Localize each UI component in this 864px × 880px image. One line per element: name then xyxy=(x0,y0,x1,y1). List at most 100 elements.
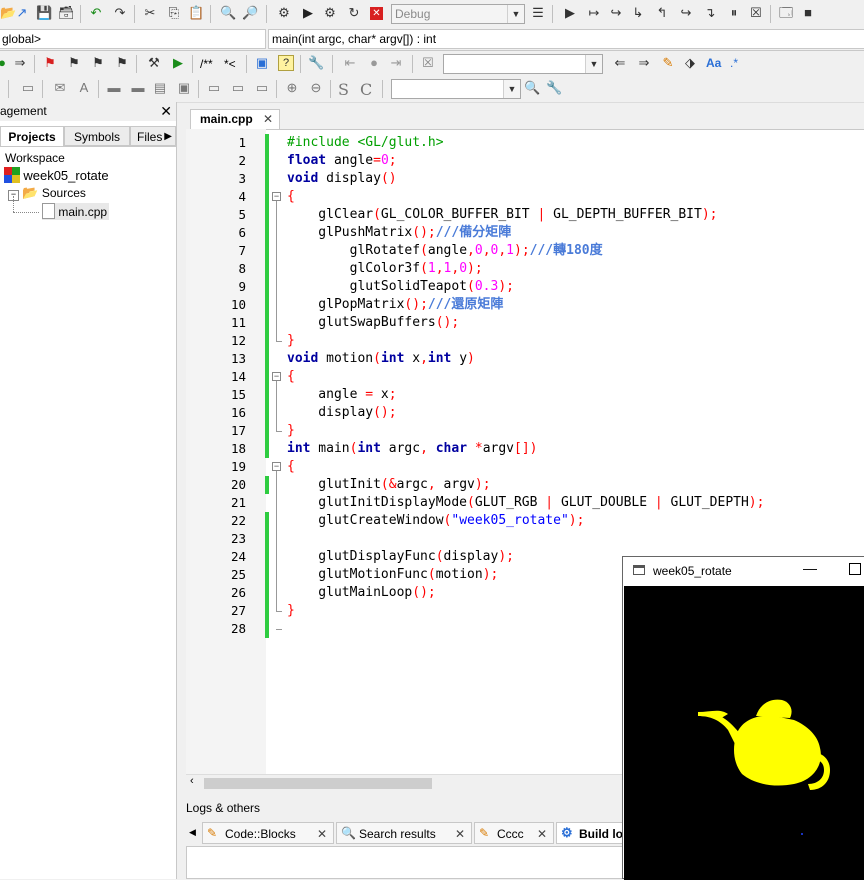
close-icon[interactable]: ✕ xyxy=(160,102,172,121)
build-run-icon[interactable]: ⚙ xyxy=(322,5,338,21)
code-line[interactable]: glutCreateWindow("week05_rotate"); xyxy=(287,512,584,530)
code-line[interactable]: float angle=0; xyxy=(287,152,397,170)
code-line[interactable]: { xyxy=(287,368,295,386)
fold-toggle-icon[interactable]: − xyxy=(272,462,281,471)
doxy-wizard-icon[interactable]: ⚒ xyxy=(146,55,162,71)
code-line[interactable]: { xyxy=(287,188,295,206)
code-line[interactable]: } xyxy=(287,602,295,620)
panel-icon[interactable]: ▭ xyxy=(20,80,36,96)
code-line[interactable]: glColor3f(1,1,0); xyxy=(287,260,483,278)
sources-folder-node[interactable]: − 📂 Sources xyxy=(8,185,86,201)
close-icon[interactable]: ✕ xyxy=(263,110,273,128)
zoom-in-icon[interactable]: ⊕ xyxy=(284,80,300,96)
c-button[interactable]: C xyxy=(360,80,372,99)
build-gear-icon[interactable]: ⚙ xyxy=(276,5,292,21)
regex-button[interactable]: .* xyxy=(730,56,738,70)
code-line[interactable]: display(); xyxy=(287,404,396,422)
code-line[interactable]: } xyxy=(287,422,295,440)
tab-cccc[interactable]: ✎ Cccc ✕ xyxy=(474,822,554,844)
code-line[interactable]: glutInit(&argc, argv); xyxy=(287,476,490,494)
forward-icon[interactable]: ⇒ xyxy=(12,55,28,71)
close-icon[interactable]: ✕ xyxy=(537,823,547,845)
code-line[interactable]: glutMotionFunc(motion); xyxy=(287,566,498,584)
code-line[interactable]: glutSwapBuffers(); xyxy=(287,314,459,332)
debug-info-icon[interactable]: ■ xyxy=(800,5,816,21)
rebuild-icon[interactable]: ↻ xyxy=(346,5,362,21)
step-out-icon[interactable]: ↰ xyxy=(654,5,670,21)
tab-codeblocks-log[interactable]: ✎ Code::Blocks ✕ xyxy=(202,822,334,844)
list-widget-icon[interactable]: ▤ xyxy=(152,80,168,96)
open-file-icon[interactable]: ↗ xyxy=(14,5,30,21)
scrollbar-thumb[interactable] xyxy=(204,778,432,789)
toggle-bookmark-icon[interactable]: ⚑ xyxy=(42,55,58,71)
textbox-widget-icon[interactable]: ▭ xyxy=(206,80,222,96)
next-bookmark-icon[interactable]: ⚑ xyxy=(90,55,106,71)
match-case-button[interactable]: Aa xyxy=(706,56,721,70)
glut-title-bar[interactable]: week05_rotate — xyxy=(623,557,864,586)
tools-icon[interactable]: 🔧 xyxy=(546,80,562,96)
help-icon[interactable]: ? xyxy=(278,55,294,71)
wrench-icon[interactable]: 🔧 xyxy=(308,55,324,71)
code-line[interactable]: glClear(GL_COLOR_BUFFER_BIT | GL_DEPTH_B… xyxy=(287,206,717,224)
code-line[interactable]: { xyxy=(287,458,295,476)
fold-toggle-icon[interactable]: − xyxy=(272,372,281,381)
run-icon[interactable]: ▶ xyxy=(300,5,316,21)
code-line[interactable]: glRotatef(angle,0,0,1);///轉180度 xyxy=(287,242,603,260)
maximize-button[interactable] xyxy=(849,563,861,575)
back-icon[interactable]: ● xyxy=(0,55,10,71)
build-options-icon[interactable]: ☰ xyxy=(530,5,546,21)
scope-select[interactable]: global> xyxy=(0,29,266,49)
tab-search-results[interactable]: 🔍 Search results ✕ xyxy=(336,822,472,844)
code-line[interactable]: glPushMatrix();///備分矩陣 xyxy=(287,224,511,242)
doxy-extract-icon[interactable]: ▶ xyxy=(170,55,186,71)
find-icon[interactable]: 🔍 xyxy=(220,5,236,21)
code-line[interactable]: #include <GL/glut.h> xyxy=(287,134,444,152)
tab-scroll-left-icon[interactable]: ◀ xyxy=(189,827,196,838)
scroll-left-icon[interactable]: ‹ xyxy=(190,775,194,787)
pause-icon[interactable]: ⏸ xyxy=(726,5,742,21)
opengl-canvas[interactable] xyxy=(624,586,864,880)
abort-icon[interactable]: ✕ xyxy=(370,7,383,20)
minimize-button[interactable]: — xyxy=(803,560,817,576)
clear-bookmarks-icon[interactable]: ⚑ xyxy=(114,55,130,71)
comment-line-button[interactable]: *< xyxy=(224,57,236,71)
function-select[interactable]: main(int argc, char* argv[]) : int xyxy=(268,29,864,49)
code-line[interactable]: int main(int argc, char *argv[]) xyxy=(287,440,538,458)
button-widget-icon[interactable]: ▬ xyxy=(106,80,122,96)
combo-widget-icon[interactable]: ▬ xyxy=(130,80,146,96)
copy-icon[interactable]: ⎘ xyxy=(166,5,182,21)
next-line-icon[interactable]: ↪ xyxy=(608,5,624,21)
paste-icon[interactable]: 📋 xyxy=(188,5,204,21)
frame-widget-icon[interactable]: ▣ xyxy=(176,80,192,96)
prev-bookmark-icon[interactable]: ⚑ xyxy=(66,55,82,71)
fold-toggle-icon[interactable]: − xyxy=(272,192,281,201)
radio-widget-icon[interactable]: ▭ xyxy=(254,80,270,96)
stop-debug-icon[interactable]: ☒ xyxy=(748,5,764,21)
code-line[interactable]: glutMainLoop(); xyxy=(287,584,435,602)
glut-window[interactable]: week05_rotate — xyxy=(622,556,864,880)
jump-back-icon[interactable]: ⇤ xyxy=(342,55,358,71)
code-line[interactable]: glutInitDisplayMode(GLUT_RGB | GLUT_DOUB… xyxy=(287,494,764,512)
build-target-select[interactable]: Debug ▼ xyxy=(391,4,525,24)
project-node[interactable]: week05_rotate xyxy=(4,167,109,184)
run-to-cursor-icon[interactable]: ↦ xyxy=(586,5,602,21)
tab-symbols[interactable]: Symbols xyxy=(64,126,130,146)
debug-run-icon[interactable]: ▶ xyxy=(562,5,578,21)
code-line[interactable]: glPopMatrix();///還原矩陣 xyxy=(287,296,503,314)
code-line[interactable]: glutDisplayFunc(display); xyxy=(287,548,514,566)
debug-windows-icon[interactable]: 🗔 xyxy=(778,5,794,21)
tab-projects[interactable]: Projects xyxy=(0,126,64,146)
cut-icon[interactable]: ✂ xyxy=(142,5,158,21)
close-icon[interactable]: ✕ xyxy=(317,823,327,845)
tab-main-cpp[interactable]: main.cpp ✕ xyxy=(190,109,280,129)
workspace-node[interactable]: Workspace xyxy=(5,150,65,166)
image-icon[interactable]: ✉ xyxy=(52,80,68,96)
comment-block-button[interactable]: /** xyxy=(200,57,213,71)
incremental-search-input[interactable]: ▼ xyxy=(443,54,603,74)
next-instruction-icon[interactable]: ↪ xyxy=(678,5,694,21)
s-button[interactable]: S xyxy=(338,80,349,99)
code-line[interactable]: angle = x; xyxy=(287,386,396,404)
redo-icon[interactable]: ↷ xyxy=(112,5,128,21)
code-line[interactable]: void display() xyxy=(287,170,397,188)
selection-only-icon[interactable]: ⬗ xyxy=(682,55,698,71)
